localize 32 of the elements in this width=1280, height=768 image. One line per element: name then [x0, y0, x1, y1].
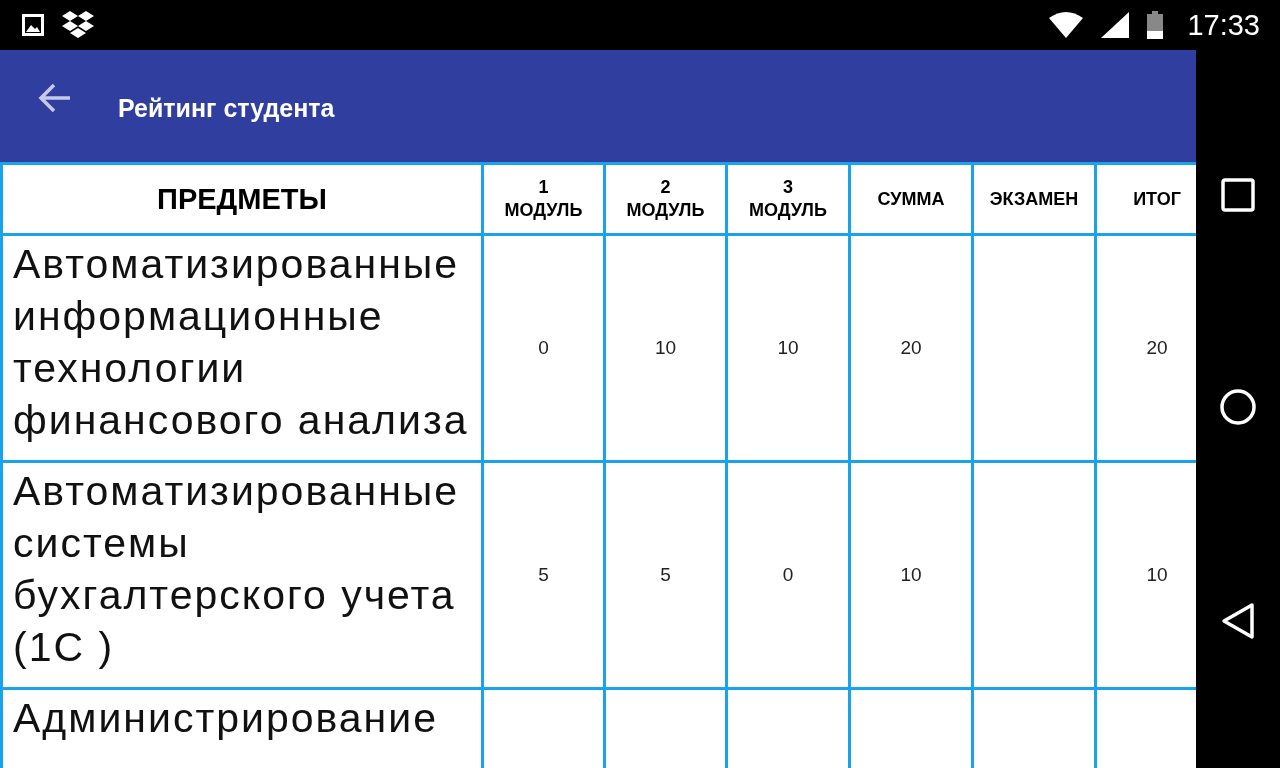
subject-cell: Автоматизированные информационные технологии финансового анализа	[1, 234, 483, 462]
column-header: ПРЕДМЕТЫ	[1, 163, 483, 235]
screen-title: Рейтинг студента	[118, 93, 335, 123]
column-header: 3 МОДУЛЬ	[726, 163, 850, 235]
score-cell: 5	[482, 461, 605, 689]
subject-cell: Администрирование	[1, 688, 483, 768]
column-header: ЭКЗАМЕН	[972, 163, 1096, 235]
score-cell: 10	[604, 234, 727, 462]
dropbox-icon	[62, 11, 94, 39]
score-cell: 5	[604, 461, 727, 689]
recents-button[interactable]	[1221, 178, 1255, 212]
subject-cell: Автоматизированные системы бухгалтерского учета (1С )	[1, 461, 483, 689]
column-header: 2 МОДУЛЬ	[604, 163, 727, 235]
home-button[interactable]	[1219, 388, 1257, 426]
score-cell: 10	[849, 461, 973, 689]
image-icon	[22, 14, 44, 36]
column-header: СУММА	[849, 163, 973, 235]
circle-icon	[1219, 388, 1257, 426]
wifi-icon	[1049, 12, 1084, 38]
score-cell: 0	[482, 234, 605, 462]
triangle-icon	[1221, 602, 1255, 640]
back-nav-button[interactable]	[1221, 602, 1255, 640]
signal-icon	[1101, 12, 1130, 38]
back-button[interactable]	[38, 83, 72, 113]
score-cell: 20	[849, 234, 973, 462]
clock-time: 17:33	[1187, 8, 1260, 42]
column-header: 1 МОДУЛЬ	[482, 163, 605, 235]
score-cell: 10	[726, 234, 850, 462]
square-icon	[1221, 178, 1255, 212]
back-arrow-icon	[38, 83, 72, 113]
score-cell: 0	[726, 461, 850, 689]
battery-icon	[1147, 11, 1164, 39]
